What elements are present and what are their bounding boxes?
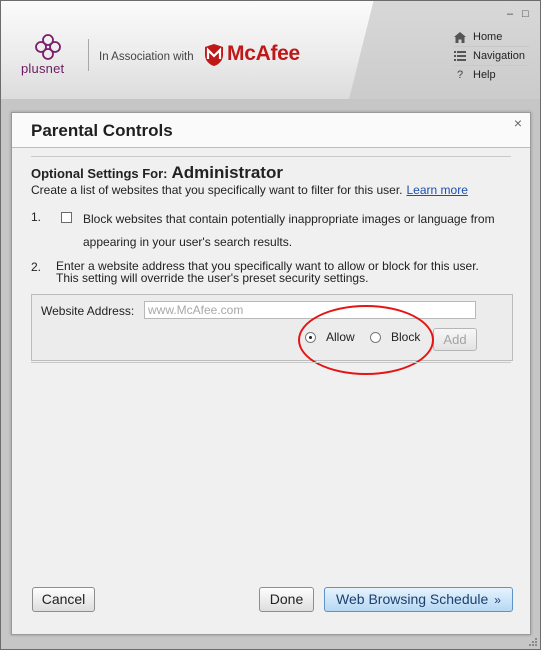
- dialog-title-bar: Parental Controls ×: [12, 113, 530, 148]
- item-number-1: 1.: [31, 210, 42, 224]
- list-icon: [453, 50, 467, 62]
- mcafee-wordmark: McAfee: [227, 42, 300, 65]
- help-icon: ?: [456, 69, 464, 81]
- block-radio-label: Block: [391, 330, 421, 344]
- parental-controls-dialog: Parental Controls × Optional Settings Fo…: [11, 112, 531, 635]
- learn-more-link[interactable]: Learn more: [407, 183, 468, 197]
- nav-navigation[interactable]: Navigation: [453, 47, 529, 65]
- add-button[interactable]: Add: [433, 328, 477, 351]
- block-radio[interactable]: Block: [370, 330, 420, 344]
- block-inappropriate-checkbox[interactable]: [61, 212, 72, 223]
- resize-grip-icon[interactable]: [529, 638, 537, 646]
- website-instructions-line2: This setting will override the user's pr…: [56, 271, 369, 285]
- panel-bottom-divider: [31, 362, 511, 363]
- header-nav: Home Navigation ? Help: [453, 28, 529, 84]
- home-icon: [453, 31, 467, 43]
- block-inappropriate-label: Block websites that contain potentially …: [83, 212, 495, 249]
- optional-settings-heading: Optional Settings For: Administrator: [31, 163, 283, 183]
- section-divider: [31, 156, 511, 157]
- association-text: In Association with: [99, 51, 194, 63]
- allow-radio-button[interactable]: [305, 331, 316, 343]
- nav-home[interactable]: Home: [453, 28, 529, 46]
- nav-home-label: Home: [473, 31, 503, 43]
- done-button[interactable]: Done: [259, 587, 314, 612]
- plusnet-flower-icon: [35, 34, 61, 60]
- double-chevron-right-icon: »: [494, 593, 501, 607]
- allow-radio-label: Allow: [326, 330, 355, 344]
- cancel-button[interactable]: Cancel: [32, 587, 95, 612]
- nav-help[interactable]: ? Help: [453, 66, 529, 84]
- header-divider: [88, 39, 89, 71]
- mcafee-shield-icon: [205, 44, 223, 66]
- nav-navigation-label: Navigation: [473, 50, 525, 62]
- allow-radio[interactable]: Allow: [305, 330, 355, 344]
- website-address-input[interactable]: [144, 301, 476, 319]
- heading-prefix: Optional Settings For:: [31, 166, 168, 181]
- maximize-button[interactable]: □: [522, 8, 529, 20]
- description-text: Create a list of websites that you speci…: [31, 183, 468, 197]
- block-radio-button[interactable]: [370, 331, 381, 343]
- app-window: plusnet In Association with McAfee – □ H…: [0, 0, 541, 650]
- web-browsing-schedule-label: Web Browsing Schedule: [336, 591, 489, 607]
- website-address-panel: Website Address: Allow Block Add: [31, 294, 513, 361]
- dialog-title: Parental Controls: [31, 121, 173, 140]
- website-address-label: Website Address:: [41, 304, 135, 318]
- item-number-2: 2.: [31, 260, 42, 274]
- website-instructions: Enter a website address that you specifi…: [56, 260, 516, 284]
- close-icon[interactable]: ×: [514, 115, 522, 131]
- description-body: Create a list of websites that you speci…: [31, 183, 403, 197]
- user-name: Administrator: [171, 163, 283, 182]
- status-strip: [1, 637, 540, 649]
- app-header: plusnet In Association with McAfee – □ H…: [1, 1, 540, 99]
- minimize-button[interactable]: –: [507, 8, 513, 20]
- web-browsing-schedule-button[interactable]: Web Browsing Schedule »: [324, 587, 513, 612]
- plusnet-logo: plusnet: [19, 31, 79, 77]
- nav-help-label: Help: [473, 69, 496, 81]
- plusnet-wordmark: plusnet: [21, 61, 65, 76]
